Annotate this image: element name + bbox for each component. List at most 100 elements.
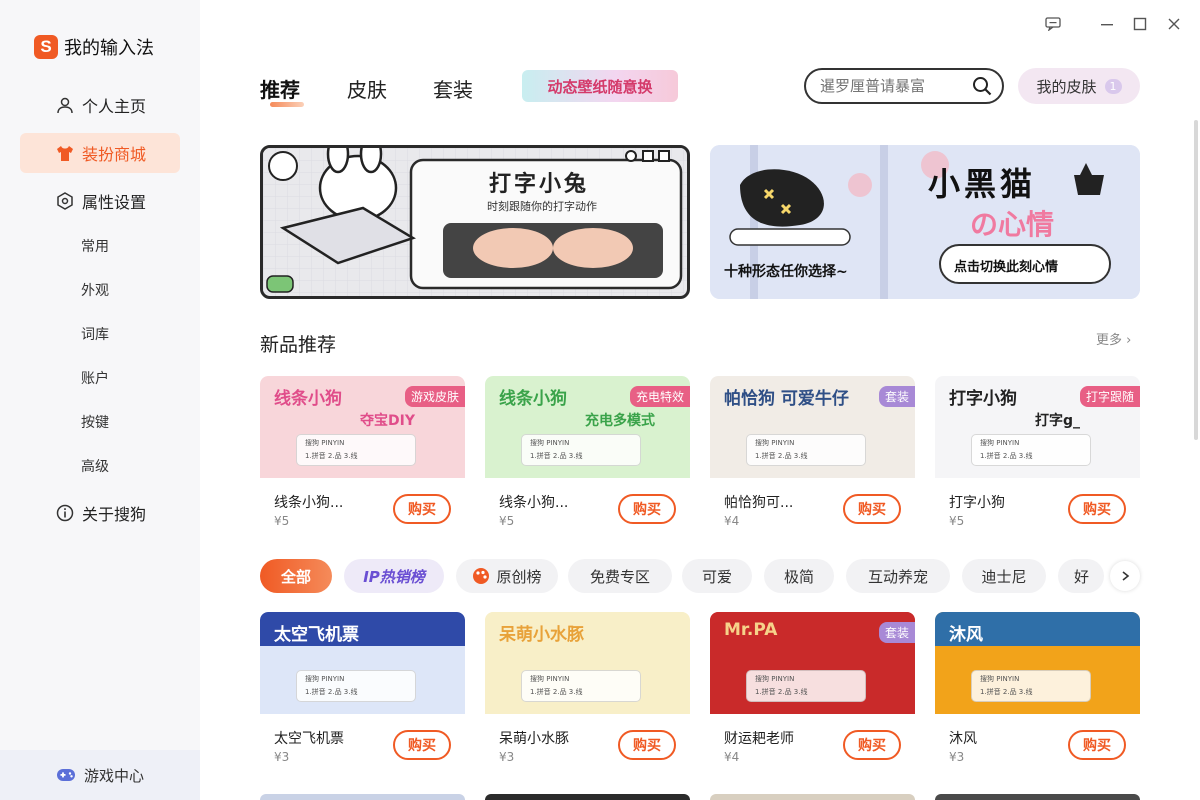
feedback-icon[interactable] bbox=[1043, 14, 1063, 34]
keyboard-modes-label: 1.拼音 2.品 3.线 bbox=[530, 688, 583, 696]
product-tag-badge: 套装 bbox=[878, 622, 915, 643]
product-thumbnail[interactable]: 搜狗 PINYIN 1.拼音 2.品 3.线 Mr.PA 套装 bbox=[710, 612, 915, 714]
filter-chip-pets[interactable]: 互动养宠 bbox=[846, 559, 950, 593]
sidebar-sub-appearance[interactable]: 外观 bbox=[81, 280, 109, 300]
sogou-logo-icon: S bbox=[34, 35, 58, 59]
buy-button[interactable]: 购买 bbox=[1068, 730, 1126, 760]
product-tag-badge: 打字跟随 bbox=[1079, 386, 1140, 407]
product-card[interactable]: 搜狗 PINYIN 1.拼音 2.品 3.线 太空飞机票 太空飞机票 ¥3 购买 bbox=[260, 612, 465, 774]
buy-button[interactable]: 购买 bbox=[618, 494, 676, 524]
more-link-label: 更多 bbox=[1096, 333, 1123, 348]
product-card[interactable]: 搜狗 PINYIN 1.拼音 2.品 3.线 Mr.PA 套装 财运耙老师 ¥4 购买 bbox=[710, 612, 915, 774]
gamepad-icon bbox=[56, 769, 75, 781]
buy-button[interactable]: 购买 bbox=[393, 730, 451, 760]
product-price: ¥5 bbox=[499, 514, 515, 528]
keyboard-preview: 搜狗 PINYIN 1.拼音 2.品 3.线 bbox=[521, 670, 641, 702]
active-tab-indicator bbox=[270, 102, 304, 107]
app-title: 我的输入法 bbox=[64, 38, 154, 59]
banner-typing-rabbit[interactable]: 打字小兔 时刻跟随你的打字动作 bbox=[260, 145, 690, 299]
product-tag-badge: 充电特效 bbox=[629, 386, 690, 407]
keyboard-modes-label: 1.拼音 2.品 3.线 bbox=[530, 452, 583, 460]
filter-chip-disney[interactable]: 迪士尼 bbox=[962, 559, 1046, 593]
sidebar-item-about[interactable]: 关于搜狗 bbox=[20, 493, 180, 533]
filter-chip-free[interactable]: 免费专区 bbox=[568, 559, 672, 593]
product-name: 财运耙老师 bbox=[724, 731, 794, 747]
search-icon[interactable] bbox=[972, 76, 992, 96]
more-link[interactable]: 更多 › bbox=[1096, 329, 1131, 348]
chevron-right-icon[interactable] bbox=[1110, 561, 1140, 591]
scrollbar[interactable] bbox=[1194, 120, 1198, 440]
product-tag-badge: 游戏皮肤 bbox=[404, 386, 465, 407]
card-peek bbox=[485, 794, 690, 800]
product-card[interactable]: 搜狗 PINYIN 1.拼音 2.品 3.线 线条小狗 充电多模式 充电特效 线条小狗..… bbox=[485, 376, 690, 538]
sidebar-item-settings[interactable]: 属性设置 bbox=[20, 181, 180, 221]
product-thumbnail[interactable]: 搜狗 PINYIN 1.拼音 2.品 3.线 太空飞机票 bbox=[260, 612, 465, 714]
keyboard-brand-label: 搜狗 PINYIN bbox=[755, 675, 795, 683]
sidebar-item-label: 属性设置 bbox=[82, 193, 147, 212]
product-name: 线条小狗... bbox=[274, 495, 344, 511]
filter-chip-original[interactable]: 原创榜 bbox=[456, 559, 558, 593]
search-box[interactable] bbox=[804, 68, 1004, 104]
product-thumbnail[interactable]: 搜狗 PINYIN 1.拼音 2.品 3.线 线条小狗 夺宝DIY 游戏皮肤 bbox=[260, 376, 465, 478]
banner-title: 打字小兔 bbox=[489, 172, 590, 197]
sidebar-sub-account[interactable]: 账户 bbox=[81, 368, 109, 388]
sidebar-item-profile[interactable]: 个人主页 bbox=[20, 85, 180, 125]
close-icon[interactable] bbox=[1164, 14, 1184, 34]
filter-chip-more[interactable]: 好 bbox=[1058, 559, 1104, 593]
banner-cta-button[interactable]: 点击切换此刻心情 bbox=[954, 256, 1058, 275]
sidebar-sub-dictionary[interactable]: 词库 bbox=[81, 324, 109, 344]
product-thumbnail[interactable]: 搜狗 PINYIN 1.拼音 2.品 3.线 打字小狗 打字g_ 打字跟随 bbox=[935, 376, 1140, 478]
product-thumbnail[interactable]: 搜狗 PINYIN 1.拼音 2.品 3.线 线条小狗 充电多模式 充电特效 bbox=[485, 376, 690, 478]
buy-button[interactable]: 购买 bbox=[843, 494, 901, 524]
filter-chip-cute[interactable]: 可爱 bbox=[682, 559, 752, 593]
product-price: ¥5 bbox=[949, 514, 965, 528]
keyboard-brand-label: 搜狗 PINYIN bbox=[305, 675, 345, 683]
maximize-icon[interactable] bbox=[1130, 14, 1150, 34]
tab-recommend[interactable]: 推荐 bbox=[260, 74, 300, 103]
product-card[interactable]: 搜狗 PINYIN 1.拼音 2.品 3.线 线条小狗 夺宝DIY 游戏皮肤线条小狗..… bbox=[260, 376, 465, 538]
shirt-icon bbox=[57, 146, 73, 161]
my-skins-label: 我的皮肤 bbox=[1036, 77, 1097, 96]
minimize-icon[interactable] bbox=[1097, 14, 1117, 34]
game-center-button[interactable]: 游戏中心 bbox=[0, 750, 200, 800]
buy-button[interactable]: 购买 bbox=[393, 494, 451, 524]
filter-chip-minimal[interactable]: 极简 bbox=[764, 559, 834, 593]
product-price: ¥5 bbox=[274, 514, 290, 528]
product-name: 帕恰狗可... bbox=[724, 495, 794, 511]
keyboard-preview: 搜狗 PINYIN 1.拼音 2.品 3.线 bbox=[746, 670, 866, 702]
banner-black-cat[interactable]: 小黑猫 の心情 十种形态任你选择~ 点击切换此刻心情 bbox=[710, 145, 1140, 299]
tab-suites[interactable]: 套装 bbox=[433, 74, 473, 103]
product-thumbnail[interactable]: 搜狗 PINYIN 1.拼音 2.品 3.线 沐风 bbox=[935, 612, 1140, 714]
card-peek bbox=[710, 794, 915, 800]
buy-button[interactable]: 购买 bbox=[1068, 494, 1126, 524]
filter-chip-all[interactable]: 全部 bbox=[260, 559, 332, 593]
buy-button[interactable]: 购买 bbox=[843, 730, 901, 760]
keyboard-preview: 搜狗 PINYIN 1.拼音 2.品 3.线 bbox=[971, 434, 1091, 466]
product-card[interactable]: 搜狗 PINYIN 1.拼音 2.品 3.线 打字小狗 打字g_ 打字跟随 打字小狗 ¥5 购… bbox=[935, 376, 1140, 538]
sidebar-sub-advanced[interactable]: 高级 bbox=[81, 456, 109, 476]
buy-button[interactable]: 购买 bbox=[618, 730, 676, 760]
my-skins-count-badge: 1 bbox=[1104, 78, 1122, 94]
my-skins-button[interactable]: 我的皮肤 1 bbox=[1018, 68, 1140, 104]
search-input[interactable] bbox=[820, 77, 960, 95]
sidebar-sub-keys[interactable]: 按键 bbox=[81, 412, 109, 432]
product-card[interactable]: 搜狗 PINYIN 1.拼音 2.品 3.线 帕恰狗 可爱牛仔 套装帕恰狗可... ¥4… bbox=[710, 376, 915, 538]
filter-chip-label: IP热销榜 bbox=[363, 567, 425, 586]
thumbnail-title: 太空飞机票 bbox=[274, 625, 359, 645]
filter-chip-ip-hot[interactable]: IP热销榜 bbox=[344, 559, 444, 593]
keyboard-modes-label: 1.拼音 2.品 3.线 bbox=[980, 688, 1033, 696]
thumbnail-title: 呆萌小水豚 bbox=[499, 625, 584, 645]
thumbnail-title: 沐风 bbox=[949, 625, 983, 645]
product-price: ¥4 bbox=[724, 514, 740, 528]
banner-tagline: 十种形态任你选择~ bbox=[724, 264, 848, 280]
tab-dynamic-wallpaper[interactable]: 动态壁纸随意换 bbox=[522, 70, 678, 102]
product-card[interactable]: 搜狗 PINYIN 1.拼音 2.品 3.线 沐风 沐风 ¥3 购买 bbox=[935, 612, 1140, 774]
product-thumbnail[interactable]: 搜狗 PINYIN 1.拼音 2.品 3.线 帕恰狗 可爱牛仔 套装 bbox=[710, 376, 915, 478]
section-title-new: 新品推荐 bbox=[260, 334, 337, 356]
product-thumbnail[interactable]: 搜狗 PINYIN 1.拼音 2.品 3.线 呆萌小水豚 bbox=[485, 612, 690, 714]
tab-skins[interactable]: 皮肤 bbox=[347, 74, 387, 103]
sidebar-sub-common[interactable]: 常用 bbox=[81, 236, 109, 256]
product-name: 呆萌小水豚 bbox=[499, 731, 569, 747]
sidebar-item-store[interactable]: 装扮商城 bbox=[20, 133, 180, 173]
product-card[interactable]: 搜狗 PINYIN 1.拼音 2.品 3.线 呆萌小水豚 呆萌小水豚 ¥3 购买 bbox=[485, 612, 690, 774]
